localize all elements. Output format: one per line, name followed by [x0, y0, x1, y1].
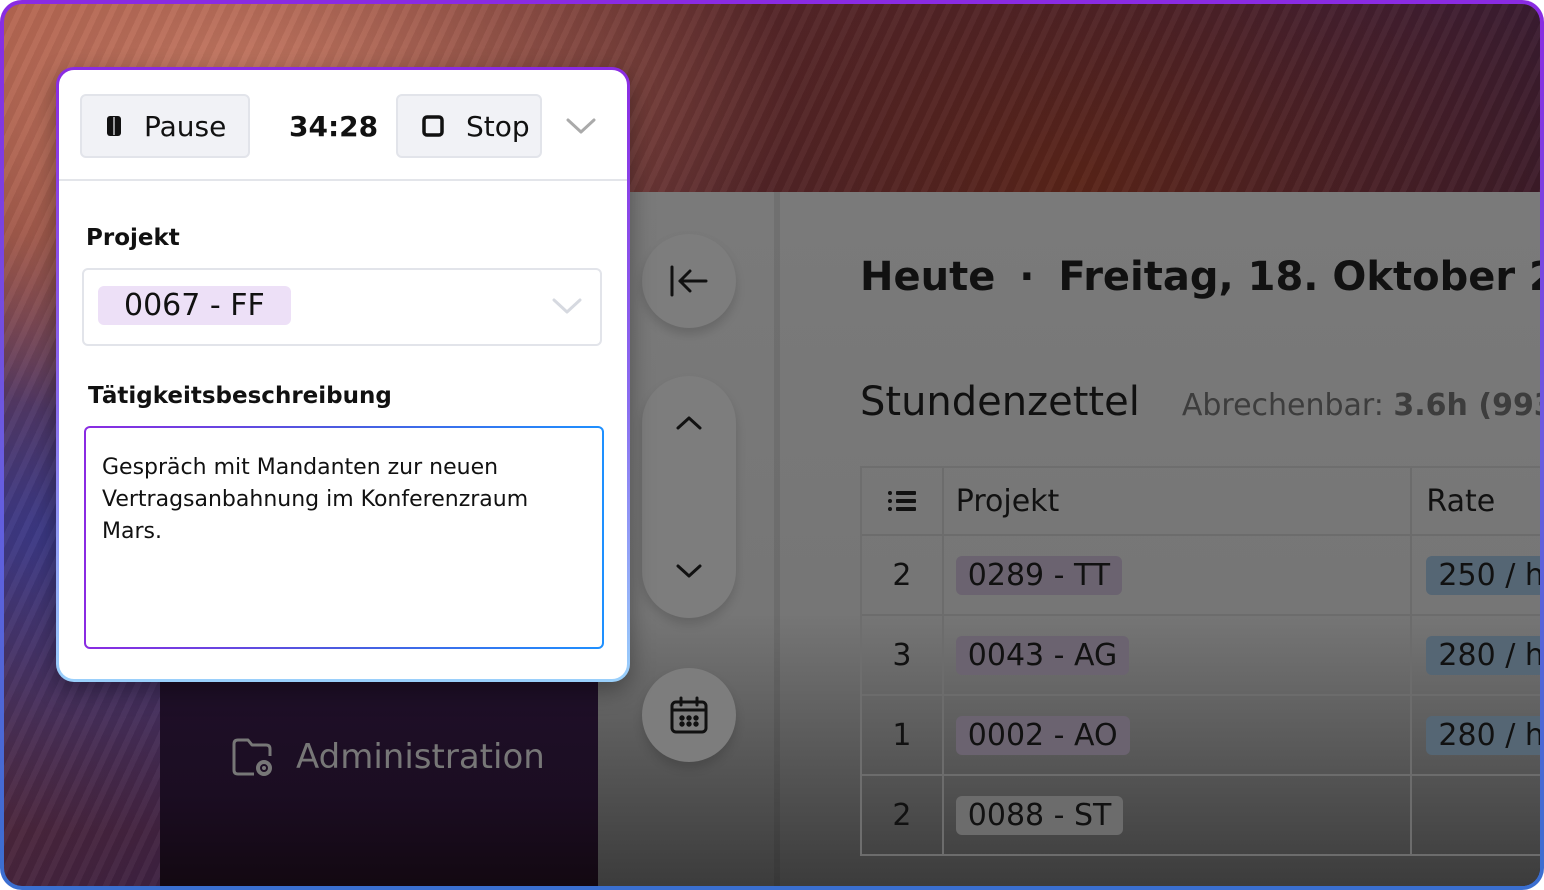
chevron-down-icon — [676, 564, 702, 578]
calendar-icon — [670, 696, 708, 734]
column-header-project[interactable]: Projekt — [944, 468, 1413, 534]
elapsed-time: 34:28 — [289, 110, 379, 143]
list-icon — [887, 491, 916, 511]
table-row[interactable]: 2 0088 - ST — [862, 776, 1540, 856]
today-label: Heute — [860, 254, 996, 300]
billable-summary: Abrechenbar: 3.6h (993.0 — [1182, 388, 1540, 423]
timesheet-table: Projekt Rate 2 0289 - TT 250 / h 3 0043 … — [860, 466, 1540, 856]
timer-popup: Pause 34:28 Stop Projekt 0067 - FF Tätig… — [56, 67, 630, 682]
description-textarea[interactable] — [86, 428, 602, 647]
project-tag: 0043 - AG — [955, 635, 1130, 675]
chevron-down-icon[interactable] — [565, 114, 597, 138]
rate-tag: 280 / h — [1426, 635, 1540, 675]
stop-button[interactable]: Stop — [396, 94, 542, 158]
timer-controls: Pause 34:28 Stop — [59, 70, 627, 181]
current-date: Freitag, 18. Oktober 2024 — [1058, 254, 1540, 300]
row-rate-cell: 280 / h — [1412, 696, 1540, 774]
timer-popup-body: Pause 34:28 Stop Projekt 0067 - FF Tätig… — [59, 70, 627, 679]
selected-project-tag: 0067 - FF — [98, 286, 291, 325]
sidebar-item-label: Administration — [296, 737, 545, 777]
project-tag: 0088 - ST — [955, 795, 1124, 835]
row-project-cell: 0289 - TT — [944, 536, 1413, 614]
column-header-count[interactable] — [862, 468, 944, 534]
stop-icon — [422, 115, 444, 137]
section-title: Stundenzettel — [860, 379, 1140, 425]
row-count: 2 — [862, 776, 944, 854]
pause-button[interactable]: Pause — [80, 94, 250, 158]
project-tag: 0289 - TT — [955, 555, 1123, 595]
column-header-rate[interactable]: Rate — [1412, 468, 1540, 534]
previous-day-button[interactable] — [670, 404, 708, 442]
page-title: Heute · Freitag, 18. Oktober 2024 — [860, 254, 1540, 300]
rate-tag: 250 / h — [1426, 555, 1540, 595]
description-field-border — [84, 426, 604, 649]
row-project-cell: 0043 - AG — [944, 616, 1413, 694]
table-row[interactable]: 3 0043 - AG 280 / h — [862, 616, 1540, 696]
folder-settings-icon — [232, 738, 272, 776]
project-tag: 0002 - AO — [955, 715, 1130, 755]
project-field-label: Projekt — [86, 225, 180, 251]
pause-icon — [107, 116, 121, 136]
chevron-down-icon — [552, 298, 582, 314]
main-content: Heute · Freitag, 18. Oktober 2024 Stunde… — [860, 254, 1540, 425]
calendar-button[interactable] — [642, 668, 736, 762]
project-select[interactable]: 0067 - FF — [82, 268, 602, 346]
collapse-sidebar-button[interactable] — [642, 234, 736, 328]
row-rate-cell: 250 / h — [1412, 536, 1540, 614]
row-count: 2 — [862, 536, 944, 614]
row-count: 1 — [862, 696, 944, 774]
day-navigation — [642, 376, 736, 618]
row-rate-cell — [1412, 776, 1540, 854]
title-separator: · — [1019, 254, 1035, 300]
rail-divider — [774, 192, 780, 886]
chevron-up-icon — [676, 416, 702, 430]
rate-tag: 280 / h — [1426, 715, 1540, 755]
row-project-cell: 0088 - ST — [944, 776, 1413, 854]
billable-label: Abrechenbar: — [1181, 388, 1384, 423]
collapse-left-icon — [670, 265, 708, 297]
app-window-frame: Administration Heute · Freitag, 18. Okto… — [0, 0, 1544, 890]
table-row[interactable]: 1 0002 - AO 280 / h — [862, 696, 1540, 776]
app-screen: Administration Heute · Freitag, 18. Okto… — [4, 4, 1540, 886]
table-header-row: Projekt Rate — [862, 468, 1540, 536]
row-project-cell: 0002 - AO — [944, 696, 1413, 774]
billable-value: 3.6h (993.0 — [1393, 388, 1540, 423]
sidebar-item-administration[interactable]: Administration — [230, 734, 545, 780]
stop-label: Stop — [466, 109, 530, 143]
row-count: 3 — [862, 616, 944, 694]
pause-label: Pause — [144, 109, 227, 143]
description-field-label: Tätigkeitsbeschreibung — [88, 383, 392, 409]
timesheet-header: Stundenzettel Abrechenbar: 3.6h (993.0 — [860, 379, 1540, 425]
next-day-button[interactable] — [670, 552, 708, 590]
row-rate-cell: 280 / h — [1412, 616, 1540, 694]
table-row[interactable]: 2 0289 - TT 250 / h — [862, 536, 1540, 616]
